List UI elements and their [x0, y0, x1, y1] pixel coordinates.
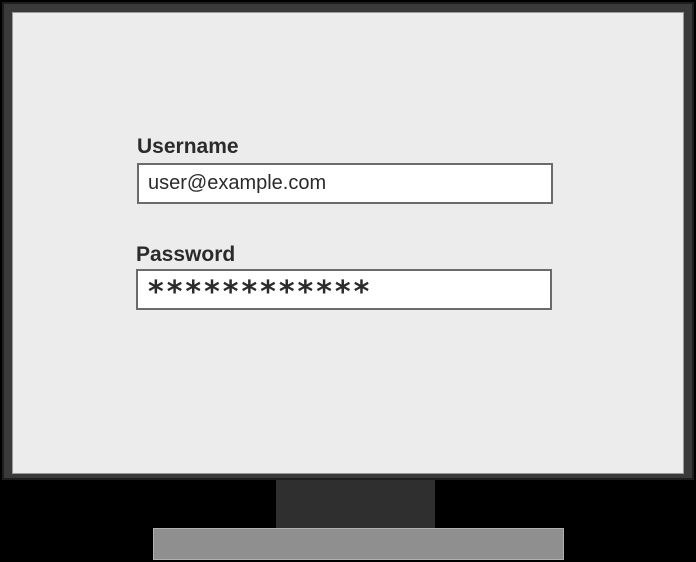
monitor-stand-base [153, 528, 564, 560]
monitor-screen: Username user@example.com Password *****… [12, 12, 684, 474]
monitor-stand-neck [276, 480, 435, 528]
username-field[interactable]: user@example.com [137, 163, 553, 204]
password-label: Password [136, 243, 236, 266]
monitor-bezel: Username user@example.com Password *****… [2, 2, 694, 480]
password-field[interactable]: ************ [136, 269, 552, 310]
computer-monitor-illustration: Username user@example.com Password *****… [0, 0, 696, 562]
username-label: Username [137, 135, 239, 158]
